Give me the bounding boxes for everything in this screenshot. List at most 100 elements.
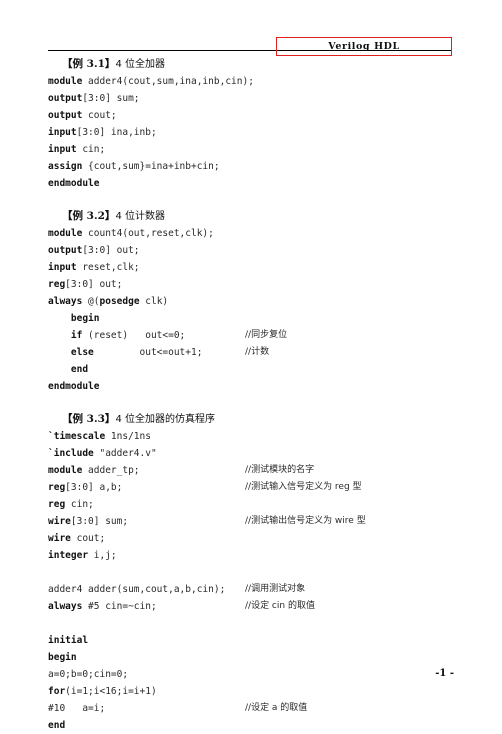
code-operand: [3:0] out;: [82, 245, 140, 256]
code-line: output[3:0] out;: [0, 242, 502, 259]
code-line: output[3:0] sum;: [0, 90, 502, 107]
code-keyword: output: [48, 245, 83, 256]
code-line: reg[3:0] out;: [0, 276, 502, 293]
code-keyword: module: [48, 465, 89, 476]
code-comment: //设定 a 的取值: [245, 703, 308, 713]
code-line: input cin;: [0, 141, 502, 158]
code-line: end: [0, 717, 502, 734]
code-keyword: begin: [48, 652, 77, 663]
example-spacer: [0, 192, 502, 208]
document-body: 【例 3.1】4 位全加器 module adder4(cout,sum,ina,…: [0, 56, 502, 734]
code-line: begin: [0, 310, 502, 327]
code-line: assign {cout,sum}=ina+inb+cin;: [0, 158, 502, 175]
code-line: input reset,clk;: [0, 259, 502, 276]
code-operand: @(: [88, 296, 100, 307]
code-comment: //同步复位: [245, 330, 288, 340]
code-operand: adder4 adder(sum,cout,a,b,cin);: [48, 584, 226, 595]
example-number: 【例 3.1】: [62, 58, 116, 70]
code-line: module adder_tp; //测试模块的名字: [0, 462, 502, 479]
code-keyword: module: [48, 228, 89, 239]
code-line: wire cout;: [0, 530, 502, 547]
code-keyword: input: [48, 144, 83, 155]
example-spacer: [0, 395, 502, 411]
code-keyword: begin: [48, 313, 100, 324]
example-caption: 4 位计数器: [115, 211, 165, 222]
code-line: endmodule: [0, 378, 502, 395]
example-heading: 【例 3.3】4 位全加器的仿真程序: [0, 411, 502, 428]
code-operand: i,j;: [93, 550, 117, 561]
header-title-box: Verilog HDL: [276, 37, 452, 56]
code-operand: count4(out,reset,clk);: [88, 228, 214, 239]
code-operand: (i=1;i<16;i=i+1): [65, 686, 157, 697]
code-line: end: [0, 361, 502, 378]
code-line: for(i=1;i<16;i=i+1): [0, 683, 502, 700]
code-operand: out<=out+1;: [93, 347, 203, 358]
code-keyword: endmodule: [48, 381, 100, 392]
code-line: reg[3:0] a,b; //测试输入信号定义为 reg 型: [0, 479, 502, 496]
code-keyword: `timescale: [48, 431, 111, 442]
page-footer: -1 -: [0, 668, 502, 679]
page-number: -1 -: [435, 668, 454, 679]
code-operand: [3:0] sum;: [82, 93, 140, 104]
code-keyword: input: [48, 262, 83, 273]
code-keyword: module: [48, 76, 89, 87]
code-keyword: end: [48, 720, 66, 731]
code-keyword: assign: [48, 161, 89, 172]
code-line: if (reset) out<=0; //同步复位: [0, 327, 502, 344]
code-comment: //调用测试对象: [245, 584, 306, 594]
example-caption: 4 位全加器: [115, 59, 165, 70]
example-number: 【例 3.3】: [62, 413, 116, 425]
code-keyword: integer: [48, 550, 94, 561]
code-keyword: initial: [48, 635, 89, 646]
code-line: reg cin;: [0, 496, 502, 513]
code-keyword: output: [48, 110, 89, 121]
example-heading: 【例 3.2】4 位计数器: [0, 208, 502, 225]
code-keyword: else: [48, 347, 94, 358]
code-line: initial: [0, 632, 502, 649]
code-keyword: wire: [48, 516, 71, 527]
code-keyword: always: [48, 601, 89, 612]
code-operand: cout;: [76, 533, 106, 544]
example-heading: 【例 3.1】4 位全加器: [0, 56, 502, 73]
code-comment: //测试输出信号定义为 wire 型: [245, 516, 366, 526]
code-line: `timescale 1ns/1ns: [0, 428, 502, 445]
code-operand: (reset) out<=0;: [88, 330, 186, 341]
code-keyword: reg: [48, 482, 66, 493]
header-title-text: Verilog HDL: [328, 41, 400, 52]
code-operand: cout;: [88, 110, 117, 121]
code-comment: //计数: [245, 347, 270, 357]
code-keyword: for: [48, 686, 66, 697]
code-operand: "adder4.v": [99, 448, 157, 459]
code-line: output cout;: [0, 107, 502, 124]
code-line: #10 a=i; //设定 a 的取值: [0, 700, 502, 717]
code-operand: [3:0] a,b;: [65, 482, 123, 493]
code-operand: reset,clk;: [82, 262, 140, 273]
code-operand: {cout,sum}=ina+inb+cin;: [88, 161, 220, 172]
example-number: 【例 3.2】: [62, 210, 116, 222]
code-line: always #5 cin=~cin; //设定 cin 的取值: [0, 598, 502, 615]
code-keyword: if: [48, 330, 89, 341]
code-line: else out<=out+1; //计数: [0, 344, 502, 361]
code-keyword: reg: [48, 279, 66, 290]
code-keyword: `include: [48, 448, 100, 459]
code-line: module adder4(cout,sum,ina,inb,cin);: [0, 73, 502, 90]
code-operand: #10 a=i;: [48, 703, 106, 714]
example-3-1: 【例 3.1】4 位全加器 module adder4(cout,sum,ina,…: [0, 56, 502, 192]
code-line: adder4 adder(sum,cout,a,b,cin); //调用测试对象: [0, 581, 502, 598]
code-operand-secondary: clk): [145, 296, 169, 307]
code-line: input[3:0] ina,inb;: [0, 124, 502, 141]
page-header: Verilog HDL: [0, 0, 502, 56]
code-comment: //测试输入信号定义为 reg 型: [245, 482, 362, 492]
code-keyword: end: [48, 364, 89, 375]
code-line: module count4(out,reset,clk);: [0, 225, 502, 242]
code-line: wire[3:0] sum; //测试输出信号定义为 wire 型: [0, 513, 502, 530]
code-keyword: wire: [48, 533, 77, 544]
example-3-2: 【例 3.2】4 位计数器 module count4(out,reset,clk…: [0, 208, 502, 395]
code-operand: [3:0] sum;: [70, 516, 129, 527]
code-line: endmodule: [0, 175, 502, 192]
code-keyword: output: [48, 93, 83, 104]
code-operand: [3:0] ina,inb;: [76, 127, 157, 138]
example-3-3: 【例 3.3】4 位全加器的仿真程序 `timescale 1ns/1ns `inc…: [0, 411, 502, 734]
